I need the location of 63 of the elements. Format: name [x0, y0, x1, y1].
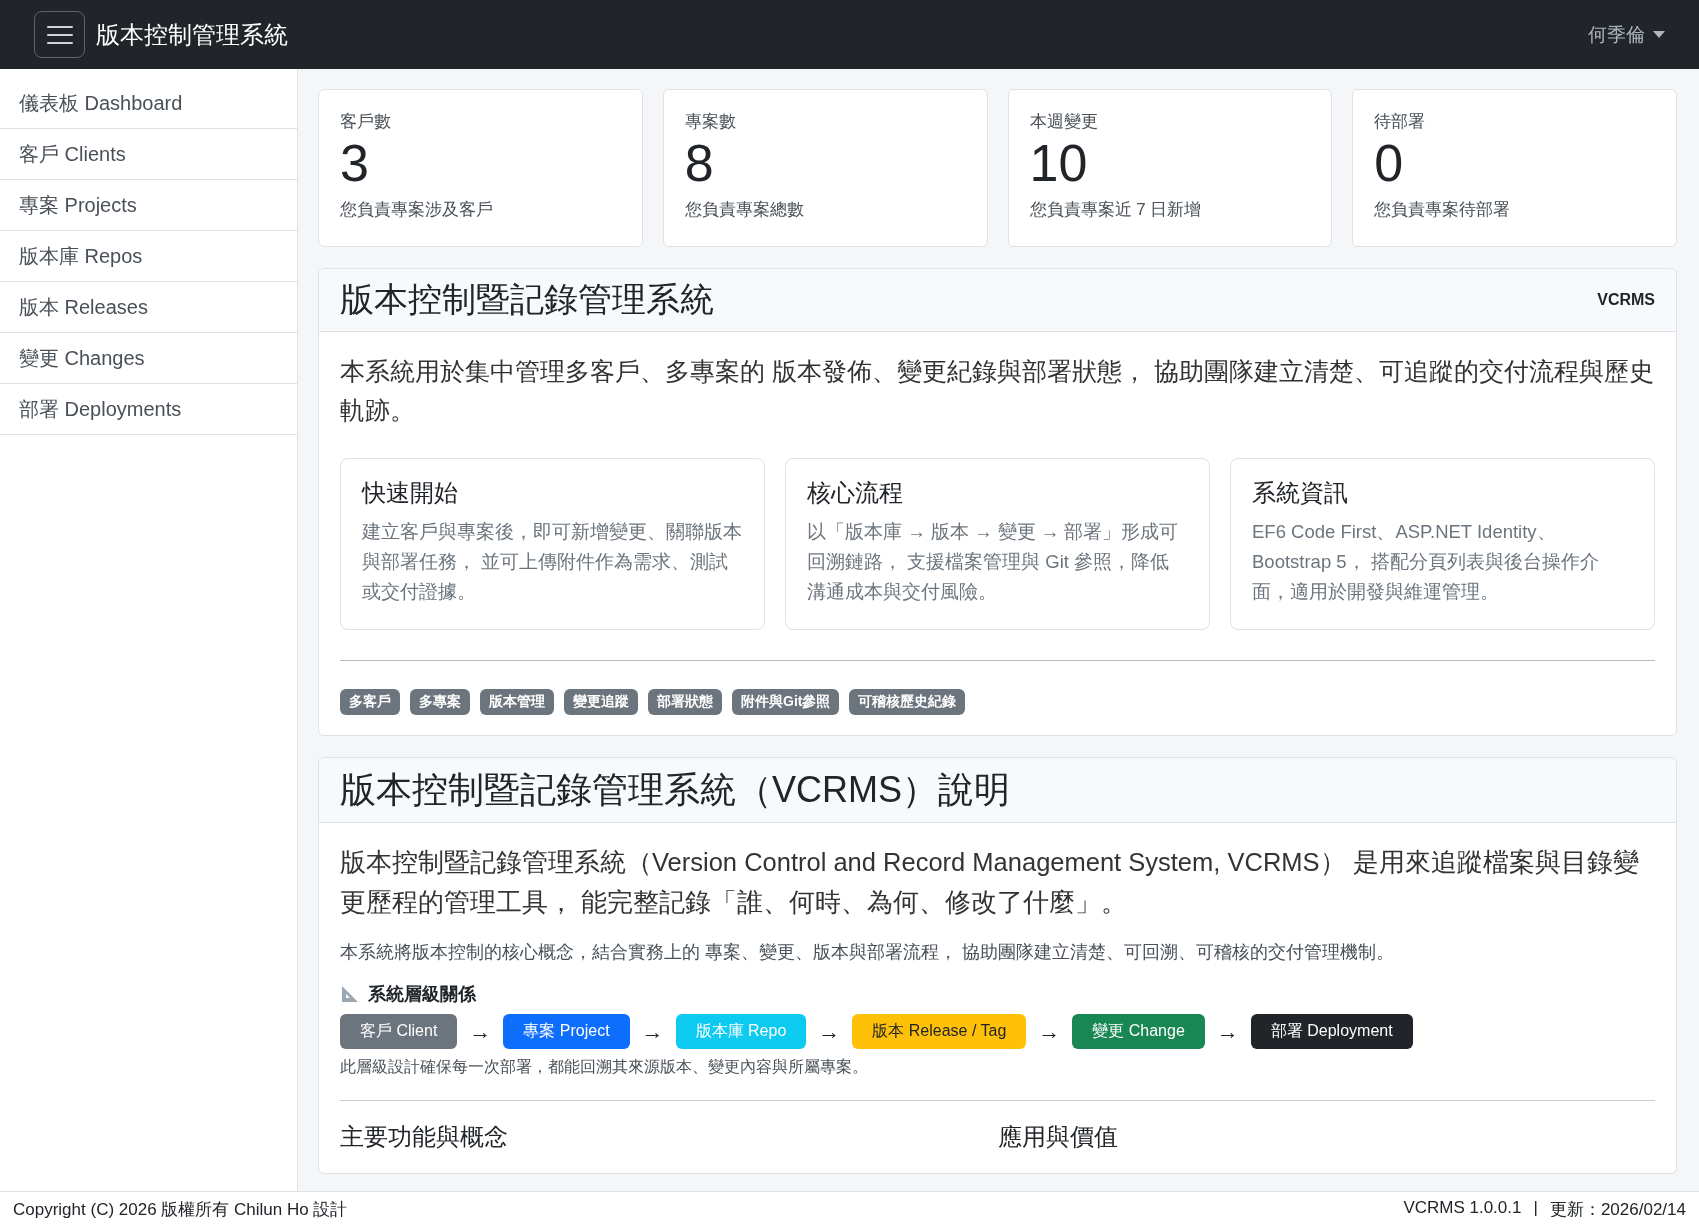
feature-tag: 變更追蹤 [564, 689, 638, 716]
section-title: 版本控制暨記錄管理系統 [340, 279, 714, 320]
sidebar-item[interactable]: 版本 Releases [0, 282, 297, 333]
hierarchy-badge: 部署 Deployment [1250, 1014, 1413, 1050]
stat-label: 本週變更 [1029, 111, 1099, 133]
stat-value: 8 [684, 135, 715, 193]
feature-tag: 多客戶 [340, 689, 400, 716]
hierarchy-badge: 專案 Project [503, 1014, 630, 1050]
hierarchy-badge: 客戶 Client [340, 1014, 458, 1050]
sidebar-item[interactable]: 變更 Changes [0, 333, 297, 384]
arrow-sign: → [818, 1018, 841, 1045]
feature-tag: 部署狀態 [648, 689, 722, 716]
intro-text: 本系統用於集中管理多客戶、多專案的 版本發佈、變更紀錄與部署狀態， 協助團隊建立清楚、可追蹤的交付流程與歷史軌跡。 [340, 357, 1655, 427]
feature-tag: 版本管理 [480, 689, 554, 716]
info-text: 以「版本庫 → 版本 → 變更 → 部署」形成可回溯鏈路， 支援檔案管理與 Git 參照，降低溝通成本與交付風險。 [807, 520, 1180, 604]
stat-value: 3 [340, 135, 370, 193]
info-title: 快速開始 [362, 478, 459, 509]
info-text: 建立客戶與專案後，即可新增變更、關聯版本與部署任務， 並可上傳附件作為需求、測試或交付證據。 [362, 520, 743, 604]
feature-tag: 可稽核歷史紀錄 [849, 689, 966, 716]
hierarchy-badge: 版本庫 Repo [675, 1014, 807, 1050]
stat-label: 專案數 [684, 111, 737, 133]
about-lead: 版本控制暨記錄管理系統（Version Control and Record Management System, VCRMS） 是用來追蹤檔案與目錄變更歷程的管理工具， 能完整記錄「誰、何時、為何、修改了什麼」。 [340, 847, 1640, 918]
about-text: 本系統將版本控制的核心概念，結合實務上的 專案、變更、版本與部署流程， 協助團隊建立清楚、可回溯、可稽核的交付管理機制。 [340, 941, 1395, 965]
user-menu[interactable]: 何季倫 [1588, 21, 1645, 48]
stat-note: 您負責專案總數 [684, 199, 805, 222]
arrow-sign: → [641, 1018, 664, 1045]
sidebar-item[interactable]: 專案 Projects [0, 180, 297, 231]
feature-tag: 多專案 [410, 689, 470, 716]
system-abbreviation: VCRMS [1597, 291, 1655, 309]
arrow-sign: → [1216, 1018, 1239, 1045]
info-title: 系統資訊 [1252, 478, 1349, 509]
app-title: 版本控制管理系統 [96, 19, 288, 50]
menu-icon [46, 24, 73, 45]
sidebar-item[interactable]: 部署 Deployments [0, 384, 297, 435]
column-title: 應用與價值 [997, 1123, 1118, 1151]
stat-value: 0 [1374, 135, 1405, 193]
sidebar-item[interactable]: 客戶 Clients [0, 129, 297, 180]
arrow-sign: → [1038, 1018, 1061, 1045]
ruler-icon [340, 984, 360, 1005]
arrow-sign: → [469, 1018, 492, 1045]
hierarchy-badge: 變更 Change [1072, 1014, 1205, 1050]
section-title: 版本控制暨記錄管理系統（VCRMS）說明 [340, 767, 1010, 812]
sidebar-item[interactable]: 儀表板 Dashboard [0, 78, 297, 129]
hierarchy-note: 此層級設計確保每一次部署，都能回溯其來源版本、變更內容與所屬專案。 [340, 1057, 869, 1078]
stat-label: 客戶數 [340, 111, 392, 133]
stat-note: 您負責專案待部署 [1374, 199, 1512, 222]
stat-note: 您負責專案涉及客戶 [340, 199, 494, 222]
feature-tag: 附件與Git參照 [732, 689, 840, 716]
stat-note: 您負責專案近 7 日新增 [1029, 199, 1203, 222]
stat-value: 10 [1029, 135, 1089, 193]
sidebar-item[interactable]: 版本庫 Repos [0, 231, 297, 282]
hierarchy-title: 系統層級關係 [368, 983, 476, 1007]
column-title: 主要功能與概念 [340, 1123, 508, 1151]
caret-icon[interactable] [1653, 31, 1665, 38]
stat-label: 待部署 [1374, 111, 1427, 133]
menu-button[interactable] [34, 11, 85, 58]
version-text: VCRMS 1.0.0.1 [1403, 1198, 1522, 1219]
copyright-text: Copyright (C) 2026 版權所有 Chilun Ho 設計 [13, 1199, 348, 1221]
separator-text: | [1533, 1198, 1538, 1219]
hierarchy-badge: 版本 Release / Tag [852, 1014, 1027, 1050]
info-text: EF6 Code First、ASP.NET Identity、Bootstrap 5， 搭配分頁列表與後台操作介面，適用於開發與維運管理。 [1252, 520, 1600, 604]
info-title: 核心流程 [807, 478, 904, 509]
updated-text: 更新：2026/02/14 [1549, 1199, 1686, 1221]
